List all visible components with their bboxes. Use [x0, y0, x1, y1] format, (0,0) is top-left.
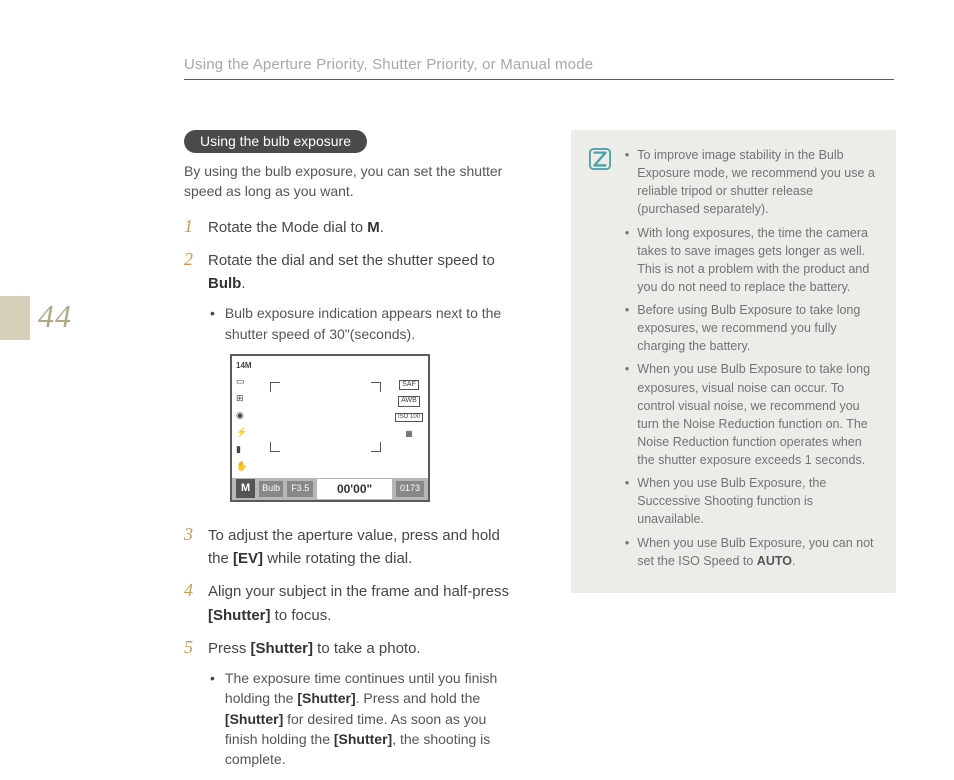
lcd-illustration: 14M ▭ ⊞ ◉ ⚡ ▮ ✋: [230, 354, 430, 502]
focus-corner: [371, 382, 381, 392]
b: [Shutter]: [334, 731, 392, 747]
b: [Shutter]: [225, 711, 283, 727]
step-number: 4: [184, 580, 196, 601]
flash-icon: ⚡: [236, 426, 247, 440]
step-number: 3: [184, 524, 196, 545]
lcd-resolution: 14M: [236, 360, 252, 372]
t: Before using Bulb Exposure to take long …: [637, 301, 878, 355]
page-number: 44: [38, 298, 72, 335]
iso-badge: ISO 100: [395, 413, 423, 422]
section-intro: By using the bulb exposure, you can set …: [184, 161, 521, 202]
stabilizer-icon: ✋: [236, 460, 247, 474]
step-2: 2 Rotate the dial and set the shutter sp…: [184, 249, 521, 514]
right-column: To improve image stability in the Bulb E…: [571, 130, 896, 780]
bold: Bulb: [208, 275, 241, 292]
t: When you use Bulb Exposure, the Successi…: [637, 474, 878, 528]
focus-corner: [270, 382, 280, 392]
lcd-bulb: Bulb: [259, 481, 283, 497]
b: AUTO: [757, 554, 792, 568]
focus-corner: [270, 442, 280, 452]
saf-badge: SAF: [399, 380, 419, 390]
lcd-count: 0173: [396, 481, 424, 497]
note-item: When you use Bulb Exposure to take long …: [625, 360, 878, 469]
text: to focus.: [271, 607, 332, 624]
text: Rotate the Mode dial to: [208, 219, 367, 236]
lcd-left-icons: 14M ▭ ⊞ ◉ ⚡ ▮ ✋: [232, 356, 256, 478]
drive-icon: ▭: [236, 375, 245, 389]
content-area: Using the Aperture Priority, Shutter Pri…: [184, 56, 896, 780]
step-1: 1 Rotate the Mode dial to M.: [184, 216, 521, 239]
section-pill: Using the bulb exposure: [184, 130, 367, 153]
focus-corner: [371, 442, 381, 452]
page-tab: [0, 296, 30, 340]
note-icon: [589, 148, 611, 170]
color-icon: ▦: [405, 428, 413, 440]
sub-bullet: • The exposure time continues until you …: [210, 668, 521, 769]
metering-icon: ◉: [236, 409, 244, 423]
t: . Press and hold the: [356, 690, 481, 706]
t: When you use Bulb Exposure, you can not …: [637, 536, 873, 568]
text: while rotating the dial.: [263, 550, 412, 567]
step-body: Rotate the Mode dial to M.: [208, 216, 384, 239]
t: When you use Bulb Exposure to take long …: [637, 360, 878, 469]
lcd-aperture: F3.5: [287, 481, 313, 497]
text: to take a photo.: [313, 640, 421, 657]
bold: [EV]: [233, 550, 263, 567]
t: To improve image stability in the Bulb E…: [637, 146, 878, 219]
lcd-timer: 00'00": [317, 479, 392, 500]
bold: [Shutter]: [208, 607, 271, 624]
battery-icon: ▮: [236, 443, 241, 457]
b: [Shutter]: [297, 690, 355, 706]
step-body: Rotate the dial and set the shutter spee…: [208, 249, 521, 514]
step-5: 5 Press [Shutter] to take a photo. • The…: [184, 637, 521, 770]
bullet-dot: •: [210, 303, 215, 324]
sub-bullet: • Bulb exposure indication appears next …: [210, 303, 521, 344]
t: With long exposures, the time the camera…: [637, 224, 878, 297]
note-item: Before using Bulb Exposure to take long …: [625, 301, 878, 355]
step-number: 2: [184, 249, 196, 270]
t: .: [792, 554, 795, 568]
note-list: To improve image stability in the Bulb E…: [625, 146, 878, 575]
lcd-viewfinder: [256, 356, 395, 478]
note-item: When you use Bulb Exposure, the Successi…: [625, 474, 878, 528]
text: .: [241, 275, 245, 292]
grid-icon: ⊞: [236, 392, 244, 406]
awb-badge: AWB: [398, 396, 420, 406]
page-header: Using the Aperture Priority, Shutter Pri…: [184, 56, 894, 80]
step-body: Press [Shutter] to take a photo. • The e…: [208, 637, 521, 770]
lcd-mode: M: [236, 479, 255, 498]
step-body: To adjust the aperture value, press and …: [208, 524, 521, 571]
step-number: 1: [184, 216, 196, 237]
note-item: When you use Bulb Exposure, you can not …: [625, 534, 878, 570]
text: Rotate the dial and set the shutter spee…: [208, 252, 495, 269]
step-number: 5: [184, 637, 196, 658]
bullet-dot: •: [210, 668, 215, 689]
left-column: Using the bulb exposure By using the bul…: [184, 130, 521, 780]
text: Align your subject in the frame and half…: [208, 583, 509, 600]
text: Press: [208, 640, 251, 657]
step-body: Align your subject in the frame and half…: [208, 580, 521, 627]
lcd-status-bar: M Bulb F3.5 00'00" 0173: [232, 478, 428, 500]
bold: [Shutter]: [251, 640, 314, 657]
step-3: 3 To adjust the aperture value, press an…: [184, 524, 521, 571]
note-box: To improve image stability in the Bulb E…: [571, 130, 896, 593]
text: .: [380, 219, 384, 236]
bold: M: [367, 219, 380, 236]
note-item: With long exposures, the time the camera…: [625, 224, 878, 297]
sub-text: Bulb exposure indication appears next to…: [225, 303, 521, 344]
note-item: To improve image stability in the Bulb E…: [625, 146, 878, 219]
step-4: 4 Align your subject in the frame and ha…: [184, 580, 521, 627]
sub-text: The exposure time continues until you fi…: [225, 668, 521, 769]
lcd-right-icons: SAF AWB ISO 100 ▦: [395, 356, 428, 478]
